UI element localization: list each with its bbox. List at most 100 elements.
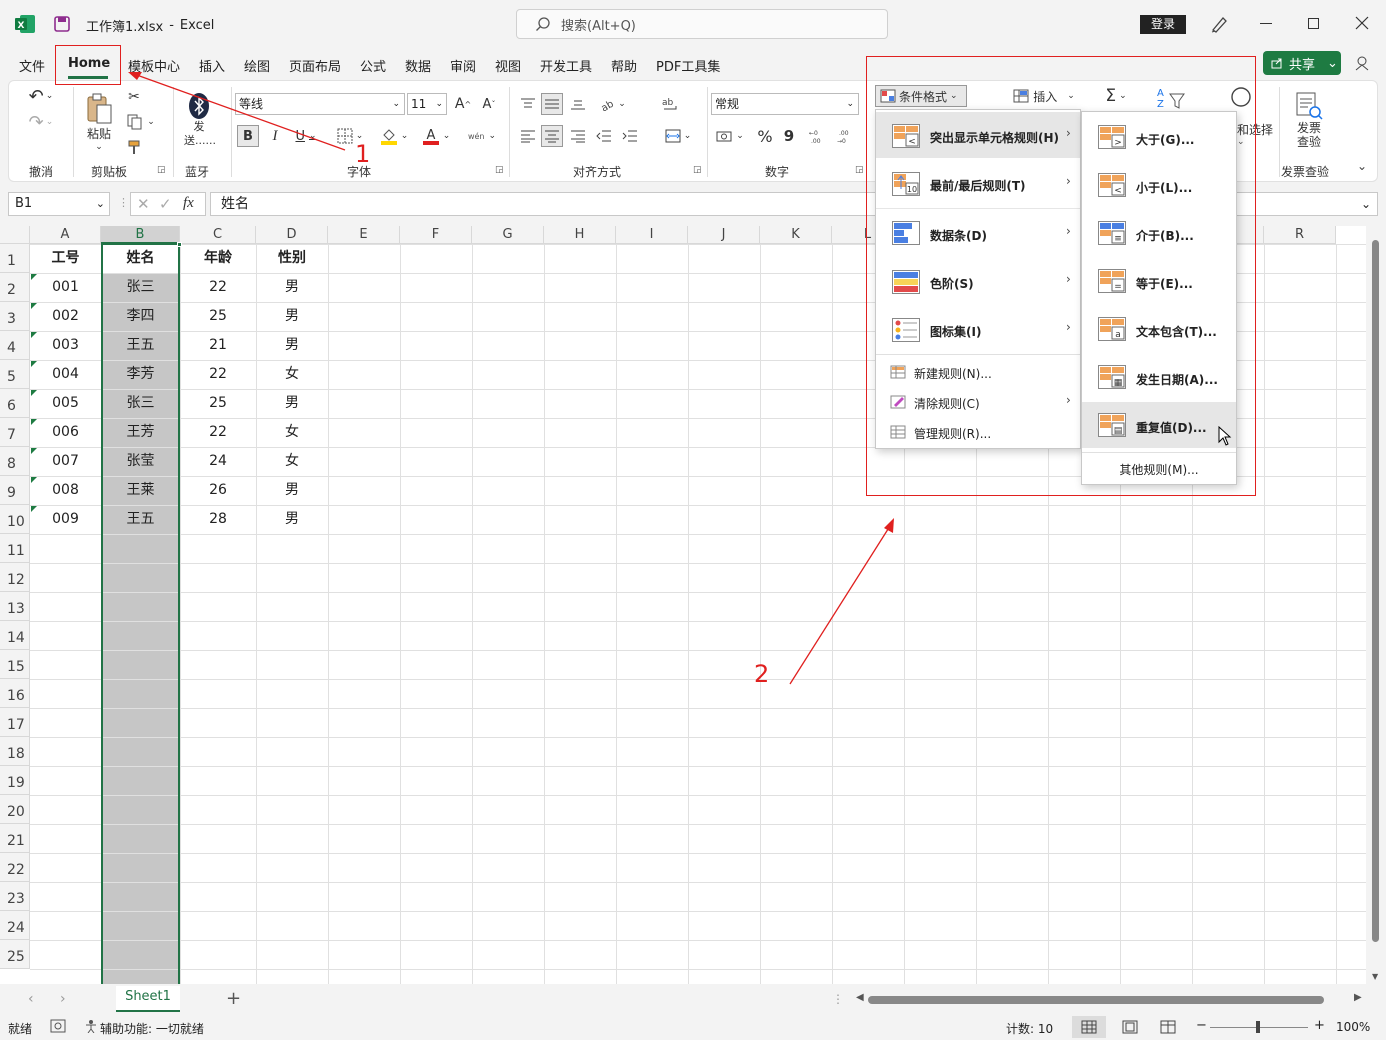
data-cell[interactable]: 女 <box>256 418 328 447</box>
cut-button[interactable]: ✂ <box>123 87 145 107</box>
tab-insert[interactable]: 插入 <box>199 56 225 75</box>
data-cell[interactable]: 21 <box>180 331 256 360</box>
column-header-j[interactable]: J <box>688 226 760 244</box>
check-icon[interactable]: ✓ <box>159 195 172 213</box>
tab-split-grip[interactable]: ⋮ <box>832 992 844 1006</box>
column-header-k[interactable]: K <box>760 226 832 244</box>
page-break-view-icon[interactable] <box>1160 1020 1176 1034</box>
row-header-6[interactable]: 6 <box>0 389 30 418</box>
pen-icon[interactable] <box>1208 14 1230 34</box>
expand-formula-icon[interactable]: ⌄ <box>1361 193 1371 215</box>
align-middle-button[interactable] <box>541 93 563 115</box>
row-header-14[interactable]: 14 <box>0 621 30 650</box>
page-layout-view-icon[interactable] <box>1122 1020 1138 1034</box>
column-header-a[interactable]: A <box>30 226 101 244</box>
prev-sheet-icon[interactable]: ‹ <box>28 991 34 1007</box>
tab-review[interactable]: 审阅 <box>450 56 476 75</box>
minimize-button[interactable] <box>1260 23 1272 24</box>
grow-font-button[interactable]: A ^ <box>453 93 473 115</box>
column-header-f[interactable]: F <box>400 226 472 244</box>
paste-button[interactable]: 粘贴 ⌄ <box>81 87 117 157</box>
row-header-11[interactable]: 11 <box>0 534 30 563</box>
row-header-25[interactable]: 25 <box>0 940 30 969</box>
invoice-check-button[interactable]: 发票 查验 <box>1289 87 1329 153</box>
format-painter-button[interactable] <box>123 137 145 157</box>
scroll-left-icon[interactable]: ◀ <box>856 992 864 1003</box>
row-header-23[interactable]: 23 <box>0 882 30 911</box>
column-header-r[interactable]: R <box>1264 226 1336 244</box>
data-cell[interactable]: 007 <box>30 447 101 476</box>
scroll-right-icon[interactable]: ▶ <box>1354 992 1362 1003</box>
header-cell[interactable]: 年龄 <box>180 244 256 273</box>
row-header-10[interactable]: 10 <box>0 505 30 534</box>
tab-help[interactable]: 帮助 <box>611 56 637 75</box>
copy-button[interactable]: ⌄ <box>123 111 159 133</box>
row-header-15[interactable]: 15 <box>0 650 30 679</box>
row-header-12[interactable]: 12 <box>0 563 30 592</box>
data-cell[interactable]: 26 <box>180 476 256 505</box>
row-header-2[interactable]: 2 <box>0 273 30 302</box>
accessibility-status[interactable]: 辅助功能: 一切就绪 <box>100 1020 204 1037</box>
header-cell[interactable]: 性别 <box>256 244 328 273</box>
number-format-combo[interactable]: 常规 ⌄ <box>711 93 859 115</box>
data-cell[interactable]: 男 <box>256 389 328 418</box>
data-cell[interactable]: 男 <box>256 476 328 505</box>
column-header-c[interactable]: C <box>180 226 256 244</box>
select-all-corner[interactable] <box>0 226 30 244</box>
data-cell[interactable]: 男 <box>256 273 328 302</box>
font-color-button[interactable]: A ⌄ <box>419 125 453 147</box>
next-sheet-icon[interactable]: › <box>60 991 66 1007</box>
fill-handle[interactable] <box>177 242 182 247</box>
data-cell[interactable]: 24 <box>180 447 256 476</box>
align-bottom-button[interactable] <box>567 93 589 115</box>
increase-indent-button[interactable] <box>619 125 641 147</box>
row-header-5[interactable]: 5 <box>0 360 30 389</box>
cancel-icon[interactable]: ✕ <box>137 195 150 213</box>
dialog-launcher-icon[interactable]: ◲ <box>855 165 864 175</box>
data-cell[interactable]: 28 <box>180 505 256 534</box>
data-cell[interactable]: 009 <box>30 505 101 534</box>
wrap-text-button[interactable]: ab <box>659 93 681 115</box>
data-cell[interactable]: 女 <box>256 360 328 389</box>
data-cell[interactable]: 008 <box>30 476 101 505</box>
data-cell[interactable]: 25 <box>180 302 256 331</box>
percent-button[interactable]: % <box>755 125 775 147</box>
bold-button[interactable]: B <box>237 125 259 147</box>
column-header-e[interactable]: E <box>328 226 400 244</box>
orientation-button[interactable]: ab ⌄ <box>595 93 629 115</box>
tab-page-layout[interactable]: 页面布局 <box>289 56 341 75</box>
collapse-ribbon-icon[interactable]: ⌄ <box>1357 159 1367 173</box>
row-header-9[interactable]: 9 <box>0 476 30 505</box>
maximize-button[interactable] <box>1308 18 1319 29</box>
dialog-launcher-icon[interactable]: ◲ <box>157 165 166 175</box>
fill-color-button[interactable]: ⌄ <box>377 125 411 147</box>
insert-function-icon[interactable]: fx <box>183 195 194 212</box>
row-header-7[interactable]: 7 <box>0 418 30 447</box>
data-cell[interactable]: 003 <box>30 331 101 360</box>
tab-data[interactable]: 数据 <box>405 56 431 75</box>
accounting-button[interactable]: ⌄ <box>713 125 747 147</box>
bluetooth-send-button[interactable]: 发送...... <box>181 87 217 153</box>
row-header-21[interactable]: 21 <box>0 824 30 853</box>
decrease-decimal-button[interactable]: .00 →0 <box>835 125 857 147</box>
add-sheet-button[interactable]: + <box>226 988 241 1009</box>
comma-button[interactable]: 9 <box>781 125 797 147</box>
zoom-in-button[interactable]: + <box>1314 1018 1325 1033</box>
row-header-3[interactable]: 3 <box>0 302 30 331</box>
data-cell[interactable]: 女 <box>256 447 328 476</box>
tab-view[interactable]: 视图 <box>495 56 521 75</box>
data-cell[interactable]: 男 <box>256 505 328 534</box>
zoom-level[interactable]: 100% <box>1336 1020 1370 1034</box>
feedback-icon[interactable] <box>1353 54 1371 72</box>
align-top-button[interactable] <box>517 93 539 115</box>
row-header-19[interactable]: 19 <box>0 766 30 795</box>
data-cell[interactable]: 男 <box>256 331 328 360</box>
header-cell[interactable]: 工号 <box>30 244 101 273</box>
sheet-tab-sheet1[interactable]: Sheet1 <box>116 986 180 1012</box>
scroll-down-icon[interactable]: ▼ <box>1372 972 1378 981</box>
row-header-16[interactable]: 16 <box>0 679 30 708</box>
zoom-out-button[interactable]: − <box>1196 1018 1207 1033</box>
horizontal-scroll-thumb[interactable] <box>868 996 1324 1004</box>
data-cell[interactable]: 25 <box>180 389 256 418</box>
vertical-scroll-thumb[interactable] <box>1372 240 1379 942</box>
